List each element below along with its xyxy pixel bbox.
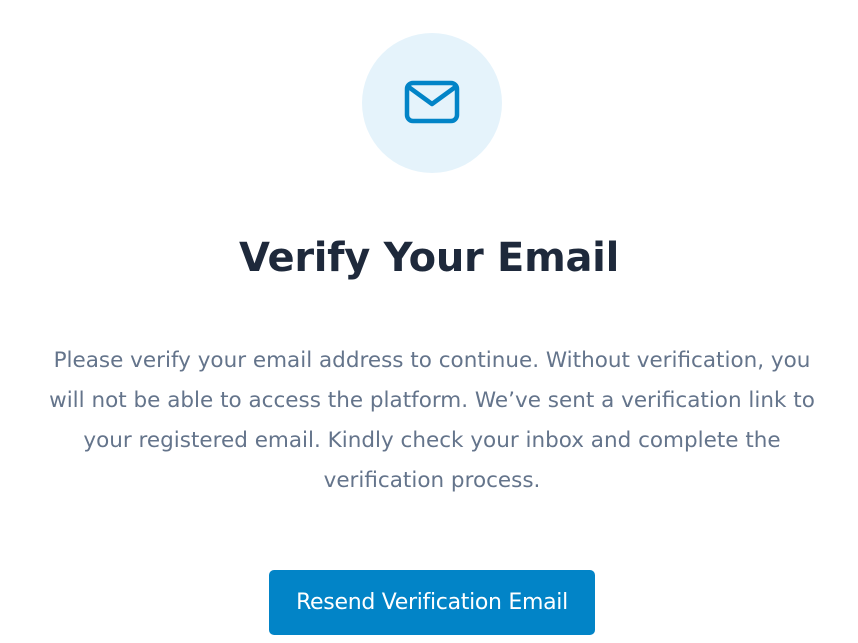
envelope-icon — [404, 80, 460, 124]
page-title: Verify Your Email — [239, 235, 619, 281]
verification-message: Please verify your email address to cont… — [49, 348, 815, 493]
verify-email-page: Verify Your Email Please verify your ema… — [0, 0, 858, 643]
resend-verification-email-button[interactable]: Resend Verification Email — [269, 570, 595, 635]
envelope-icon-circle — [362, 33, 502, 173]
